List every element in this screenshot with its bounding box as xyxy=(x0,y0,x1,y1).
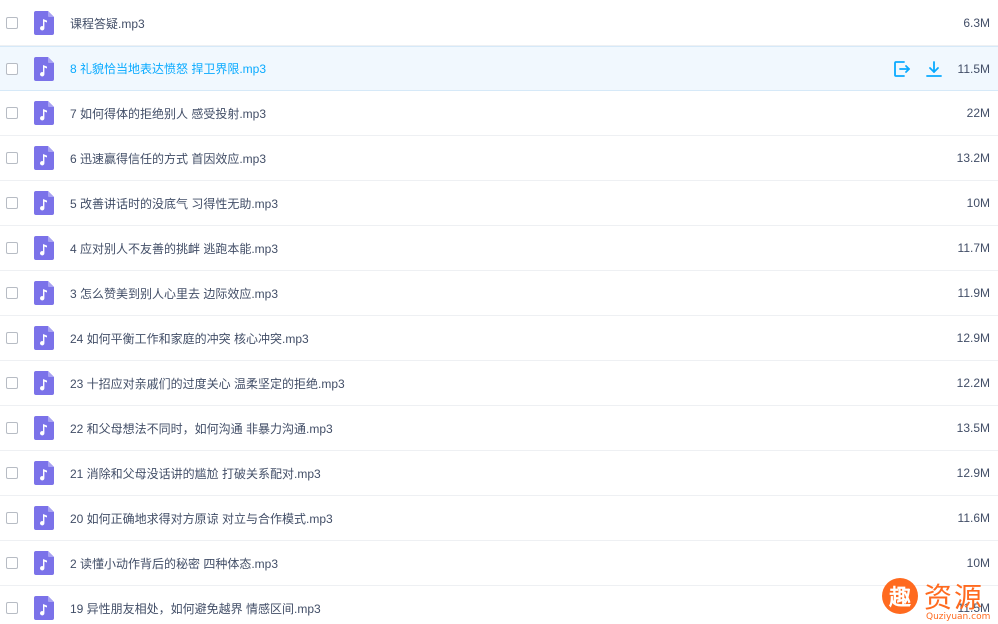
file-name[interactable]: 20 如何正确地求得对方原谅 对立与合作模式.mp3 xyxy=(70,510,333,527)
audio-file-icon xyxy=(34,416,54,440)
file-row[interactable]: 5 改善讲话时的没底气 习得性无助.mp3 10M xyxy=(0,181,998,226)
file-name[interactable]: 7 如何得体的拒绝别人 感受投射.mp3 xyxy=(70,105,266,122)
audio-file-icon xyxy=(34,281,54,305)
file-name[interactable]: 4 应对别人不友善的挑衅 逃跑本能.mp3 xyxy=(70,240,278,257)
file-size: 13.2M xyxy=(956,151,990,165)
file-row[interactable]: 22 和父母想法不同时，如何沟通 非暴力沟通.mp3 13.5M xyxy=(0,406,998,451)
file-name[interactable]: 21 消除和父母没话讲的尴尬 打破关系配对.mp3 xyxy=(70,465,321,482)
file-list: 课程答疑.mp3 6.3M 8 礼貌恰当地表达愤怒 捍卫界限.mp3 11.5M 7 如… xyxy=(0,0,998,624)
row-checkbox[interactable] xyxy=(6,602,18,614)
share-icon[interactable] xyxy=(892,59,912,79)
file-size: 10M xyxy=(966,196,990,210)
row-checkbox[interactable] xyxy=(6,107,18,119)
file-name[interactable]: 23 十招应对亲戚们的过度关心 温柔坚定的拒绝.mp3 xyxy=(70,375,345,392)
audio-file-icon xyxy=(34,371,54,395)
download-icon[interactable] xyxy=(924,59,944,79)
watermark-text: 资源 xyxy=(924,581,985,614)
file-row[interactable]: 8 礼貌恰当地表达愤怒 捍卫界限.mp3 11.5M xyxy=(0,46,998,91)
file-size: 11.5M xyxy=(957,61,990,76)
audio-file-icon xyxy=(34,506,54,530)
audio-file-icon xyxy=(34,56,54,81)
row-checkbox[interactable] xyxy=(6,422,18,434)
watermark-glyph: 趣 xyxy=(882,578,918,614)
row-checkbox[interactable] xyxy=(6,467,18,479)
file-size: 11.9M xyxy=(957,286,990,300)
file-row[interactable]: 2 读懂小动作背后的秘密 四种体态.mp3 10M xyxy=(0,541,998,586)
file-name[interactable]: 2 读懂小动作背后的秘密 四种体态.mp3 xyxy=(70,555,278,572)
file-row[interactable]: 20 如何正确地求得对方原谅 对立与合作模式.mp3 11.6M xyxy=(0,496,998,541)
row-checkbox[interactable] xyxy=(6,17,18,29)
file-row[interactable]: 课程答疑.mp3 6.3M xyxy=(0,1,998,46)
file-row[interactable]: 3 怎么赞美到别人心里去 边际效应.mp3 11.9M xyxy=(0,271,998,316)
file-row[interactable]: 19 异性朋友相处，如何避免越界 情感区间.mp3 11.5M xyxy=(0,586,998,624)
file-row[interactable]: 7 如何得体的拒绝别人 感受投射.mp3 22M xyxy=(0,91,998,136)
file-size: 10M xyxy=(966,556,990,570)
audio-file-icon xyxy=(34,191,54,215)
file-name[interactable]: 3 怎么赞美到别人心里去 边际效应.mp3 xyxy=(70,285,278,302)
audio-file-icon xyxy=(34,236,54,260)
watermark-logo: 趣 资源 Quziyuan.com xyxy=(878,574,996,624)
audio-file-icon xyxy=(34,461,54,485)
file-name[interactable]: 22 和父母想法不同时，如何沟通 非暴力沟通.mp3 xyxy=(70,420,333,437)
row-checkbox[interactable] xyxy=(6,287,18,299)
row-checkbox[interactable] xyxy=(6,62,18,75)
file-row[interactable]: 24 如何平衡工作和家庭的冲突 核心冲突.mp3 12.9M xyxy=(0,316,998,361)
audio-file-icon xyxy=(34,11,54,35)
file-row[interactable]: 23 十招应对亲戚们的过度关心 温柔坚定的拒绝.mp3 12.2M xyxy=(0,361,998,406)
file-size: 12.9M xyxy=(956,466,990,480)
row-checkbox[interactable] xyxy=(6,242,18,254)
file-size: 22M xyxy=(966,106,990,120)
row-checkbox[interactable] xyxy=(6,512,18,524)
row-actions xyxy=(892,59,944,79)
file-name[interactable]: 5 改善讲话时的没底气 习得性无助.mp3 xyxy=(70,195,278,212)
file-name[interactable]: 8 礼貌恰当地表达愤怒 捍卫界限.mp3 xyxy=(70,60,266,77)
row-checkbox[interactable] xyxy=(6,377,18,389)
file-size: 12.2M xyxy=(956,376,990,390)
file-row[interactable]: 21 消除和父母没话讲的尴尬 打破关系配对.mp3 12.9M xyxy=(0,451,998,496)
file-size: 13.5M xyxy=(956,421,990,435)
file-name[interactable]: 24 如何平衡工作和家庭的冲突 核心冲突.mp3 xyxy=(70,330,309,347)
file-row[interactable]: 4 应对别人不友善的挑衅 逃跑本能.mp3 11.7M xyxy=(0,226,998,271)
audio-file-icon xyxy=(34,326,54,350)
audio-file-icon xyxy=(34,101,54,125)
row-checkbox[interactable] xyxy=(6,197,18,209)
file-size: 11.6M xyxy=(957,511,990,525)
file-name[interactable]: 6 迅速赢得信任的方式 首因效应.mp3 xyxy=(70,150,266,167)
file-size: 11.7M xyxy=(957,241,990,255)
audio-file-icon xyxy=(34,146,54,170)
file-row[interactable]: 6 迅速赢得信任的方式 首因效应.mp3 13.2M xyxy=(0,136,998,181)
file-size: 6.3M xyxy=(963,16,990,30)
audio-file-icon xyxy=(34,596,54,620)
file-size: 12.9M xyxy=(956,331,990,345)
row-checkbox[interactable] xyxy=(6,152,18,164)
file-name[interactable]: 19 异性朋友相处，如何避免越界 情感区间.mp3 xyxy=(70,600,321,617)
row-checkbox[interactable] xyxy=(6,557,18,569)
file-name[interactable]: 课程答疑.mp3 xyxy=(70,15,145,32)
row-checkbox[interactable] xyxy=(6,332,18,344)
watermark-sub: Quziyuan.com xyxy=(926,612,991,622)
audio-file-icon xyxy=(34,551,54,575)
